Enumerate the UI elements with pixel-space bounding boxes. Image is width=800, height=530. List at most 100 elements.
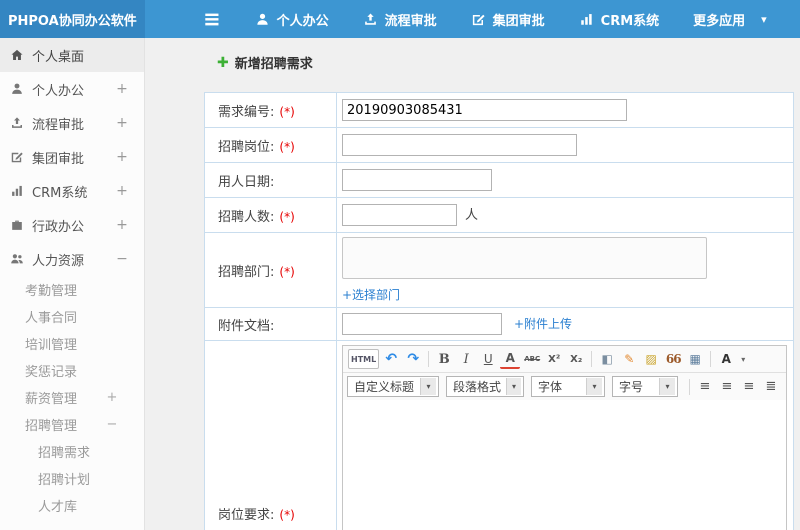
sidebar-item-crm-system[interactable]: CRM系统 + [0, 174, 144, 208]
blockquote-button[interactable]: 66 [663, 349, 683, 369]
superscript-button[interactable]: X² [544, 349, 564, 369]
nav-group-approval[interactable]: 集团审批 [471, 10, 545, 29]
nav-more-apps[interactable]: 更多应用 ▾ [693, 10, 767, 29]
select-department-link[interactable]: +选择部门 [342, 288, 400, 302]
sidebar-item-training-mgmt[interactable]: 培训管理 [0, 330, 144, 357]
chevron-down-icon[interactable]: ▾ [738, 349, 748, 369]
paragraph-format-select[interactable]: 段落格式 ▾ [446, 376, 524, 397]
sidebar-item-personal-desktop[interactable]: 个人桌面 [0, 38, 144, 72]
table-row: 附件文档: +附件上传 [204, 307, 794, 341]
sidebar-item-attendance-mgmt[interactable]: 考勤管理 [0, 276, 144, 303]
sidebar-item-human-resources[interactable]: 人力资源 − [0, 242, 144, 276]
sidebar-item-recruit-demand[interactable]: 招聘需求 [0, 438, 144, 465]
toolbar-separator [710, 351, 712, 367]
sidebar-item-label: 人事合同 [25, 311, 78, 326]
clear-format-button[interactable]: ◧ [597, 349, 617, 369]
source-code-button[interactable]: HTML [348, 349, 380, 369]
strikethrough-button[interactable]: ABC [522, 349, 542, 369]
person-icon [12, 83, 22, 94]
recruit-count-input[interactable] [342, 204, 457, 227]
expand-toggle[interactable]: + [116, 149, 128, 165]
sidebar-item-process-approval[interactable]: 流程审批 + [0, 106, 144, 140]
menu-toggle-icon[interactable]: ≡ [203, 0, 221, 38]
sidebar-item-talent-pool[interactable]: 人才库 [0, 492, 144, 519]
sidebar-item-personal-office[interactable]: 个人办公 + [0, 72, 144, 106]
required-mark: (*) [279, 264, 295, 279]
required-mark: (*) [279, 507, 295, 522]
collapse-toggle[interactable]: − [106, 417, 118, 432]
expand-toggle[interactable]: + [116, 81, 128, 97]
align-center-icon[interactable]: ≡ [717, 377, 737, 397]
sidebar-item-admin-office[interactable]: 行政办公 + [0, 208, 144, 242]
emotion-button[interactable]: ▦ [685, 349, 705, 369]
recruit-dept-textarea[interactable] [342, 237, 707, 279]
sidebar-item-group-approval[interactable]: 集团审批 + [0, 140, 144, 174]
editor-content-area[interactable] [343, 400, 786, 530]
sidebar-item-label: 个人桌面 [32, 49, 85, 65]
table-row: 岗位要求: (*) HTML ↶ ↷ B I U A ABC X² X₂ ◧ ✎… [204, 340, 794, 530]
field-label-hire-date: 用人日期: [204, 162, 337, 198]
sidebar-item-reward-punishment[interactable]: 奖惩记录 [0, 357, 144, 384]
sidebar-item-label: 招聘管理 [25, 419, 78, 434]
custom-title-select[interactable]: 自定义标题 ▾ [347, 376, 439, 397]
bar-chart-icon [12, 185, 22, 196]
attachment-input[interactable] [342, 313, 502, 335]
upload-icon [12, 117, 22, 128]
bold-button[interactable]: B [434, 349, 454, 369]
chevron-down-icon: ▾ [506, 378, 521, 395]
align-right-icon[interactable]: ≡ [739, 377, 759, 397]
nav-label: 更多应用 [693, 13, 746, 29]
table-row: 招聘部门: (*) +选择部门 [204, 232, 794, 308]
sidebar-item-label: 个人办公 [32, 83, 85, 99]
undo-button[interactable]: ↶ [381, 349, 401, 369]
nav-label: 集团审批 [492, 13, 545, 29]
plus-icon: ✚ [217, 54, 229, 71]
hire-date-input[interactable] [342, 169, 492, 191]
nav-personal-office[interactable]: 个人办公 [255, 10, 329, 29]
field-label-recruit-dept: 招聘部门: (*) [204, 232, 337, 308]
subscript-button[interactable]: X₂ [566, 349, 586, 369]
font-color-button[interactable]: A [500, 349, 521, 369]
chevron-down-icon: ▾ [761, 12, 767, 26]
briefcase-icon [12, 220, 22, 230]
align-justify-icon[interactable]: ≣ [761, 377, 781, 397]
sidebar-item-recruit-plan[interactable]: 招聘计划 [0, 465, 144, 492]
nav-process-approval[interactable]: 流程审批 [363, 10, 437, 29]
demand-code-input[interactable] [342, 99, 627, 121]
nav-crm-system[interactable]: CRM系统 [579, 10, 659, 29]
field-label-recruit-post: 招聘岗位: (*) [204, 127, 337, 163]
sidebar-item-label: 人力资源 [32, 253, 85, 269]
redo-button[interactable]: ↷ [403, 349, 423, 369]
background-color-button[interactable]: ▨ [641, 349, 661, 369]
italic-button[interactable]: I [456, 349, 476, 369]
expand-toggle[interactable]: + [116, 183, 128, 199]
expand-toggle[interactable]: + [116, 217, 128, 233]
editor-toolbar-row2: 自定义标题 ▾ 段落格式 ▾ 字体 ▾ 字号 ▾ ≡ ≡ ≡ ≣ [343, 373, 786, 400]
attachment-upload-link[interactable]: +附件上传 [514, 317, 572, 331]
field-label-post-requirement: 岗位要求: (*) [204, 340, 337, 530]
field-label-attachment: 附件文档: [204, 307, 337, 341]
required-mark: (*) [279, 104, 295, 119]
chevron-down-icon: ▾ [659, 378, 675, 395]
format-brush-button[interactable]: ✎ [619, 349, 639, 369]
expand-toggle[interactable]: + [106, 390, 118, 405]
collapse-toggle[interactable]: − [116, 251, 128, 267]
font-size-select[interactable]: 字号 ▾ [612, 376, 678, 397]
font-color-dropdown[interactable]: A [716, 349, 736, 369]
expand-toggle[interactable]: + [116, 115, 128, 131]
page-title-text: 新增招聘需求 [234, 57, 313, 72]
sidebar-item-recruit-mgmt[interactable]: 招聘管理 − [0, 411, 144, 438]
nav-label: 流程审批 [384, 13, 437, 29]
top-header: PHPOA协同办公软件 ≡ 个人办公 流程审批 集团审批 CRM系统 更多应用 … [0, 0, 800, 38]
table-row: 需求编号: (*) [204, 92, 794, 128]
underline-button[interactable]: U [478, 349, 498, 369]
recruit-post-input[interactable] [342, 134, 577, 156]
font-family-select[interactable]: 字体 ▾ [531, 376, 605, 397]
sidebar-item-hr-contract[interactable]: 人事合同 [0, 303, 144, 330]
field-label-recruit-count: 招聘人数: (*) [204, 197, 337, 233]
person-icon [256, 13, 268, 25]
edit-icon [472, 14, 485, 25]
align-left-icon[interactable]: ≡ [695, 377, 715, 397]
sidebar-item-salary-mgmt[interactable]: 薪资管理 + [0, 384, 144, 411]
required-mark: (*) [279, 139, 295, 154]
